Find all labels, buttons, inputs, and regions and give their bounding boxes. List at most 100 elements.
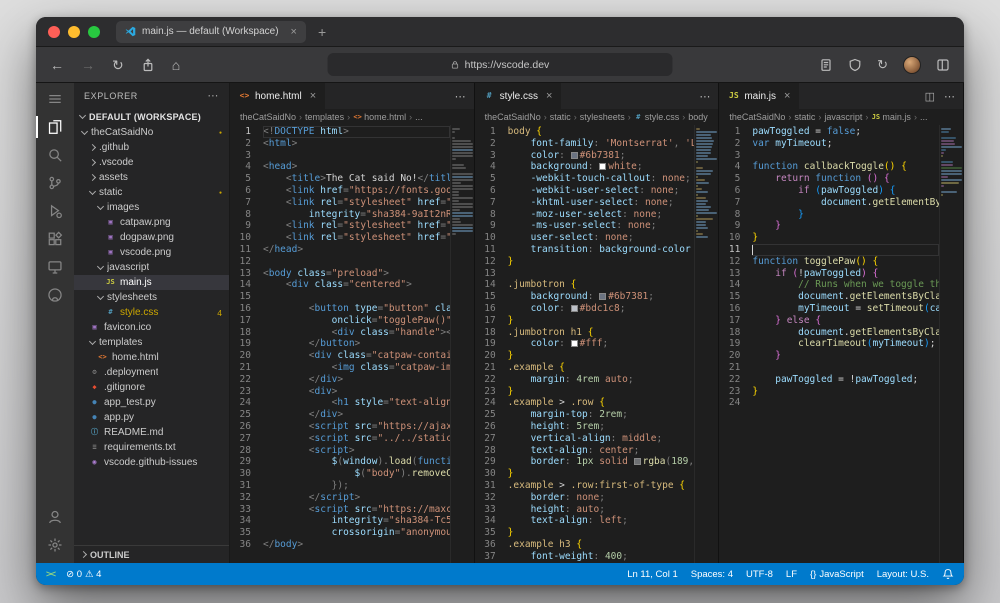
line-numbers-gutter[interactable]: 1234567891011121314151617181920212223242… [475, 125, 502, 563]
line-number[interactable]: 8 [475, 209, 496, 221]
address-bar[interactable]: https://vscode.dev [328, 53, 673, 76]
line-number[interactable]: 1 [719, 126, 740, 138]
tree-item-app_test.py[interactable]: ●app_test.py [74, 395, 229, 410]
line-number[interactable]: 17 [230, 315, 251, 327]
source-control-icon[interactable] [36, 169, 74, 197]
code-line[interactable]: }); [263, 480, 450, 492]
line-number[interactable]: 5 [719, 173, 740, 185]
code-line[interactable]: document.getElementsByClassName( [752, 291, 939, 303]
line-number[interactable]: 6 [719, 185, 740, 197]
line-number[interactable]: 12 [475, 256, 496, 268]
close-browser-tab-icon[interactable]: × [291, 26, 297, 38]
line-number[interactable]: 26 [475, 421, 496, 433]
minimize-window-button[interactable] [68, 26, 80, 38]
tree-item-.deployment[interactable]: ⚙.deployment [74, 365, 229, 380]
run-debug-icon[interactable] [36, 197, 74, 225]
code-area[interactable]: pawToggled = false;var myTimeout; functi… [746, 125, 939, 563]
line-number[interactable]: 24 [475, 397, 496, 409]
line-number[interactable]: 14 [230, 279, 251, 291]
code-line[interactable]: } else { [752, 315, 939, 327]
line-number[interactable]: 29 [230, 456, 251, 468]
line-number[interactable]: 23 [719, 386, 740, 398]
line-number[interactable]: 13 [719, 268, 740, 280]
code-line[interactable]: } [752, 209, 939, 221]
minimap[interactable] [450, 125, 474, 563]
settings-icon[interactable] [36, 531, 74, 559]
line-number[interactable]: 4 [230, 161, 251, 173]
code-line[interactable]: } [752, 232, 939, 244]
code-line[interactable]: myTimeout = setTimeout(callback [752, 303, 939, 315]
line-number[interactable]: 5 [230, 173, 251, 185]
reload-icon[interactable]: ↻ [112, 58, 124, 72]
line-number[interactable]: 31 [230, 480, 251, 492]
code-line[interactable]: <div class="centered"> [263, 279, 450, 291]
code-line[interactable] [263, 150, 450, 162]
tree-item-app.py[interactable]: ●app.py [74, 410, 229, 425]
code-line[interactable] [508, 268, 695, 280]
line-number[interactable]: 35 [230, 527, 251, 539]
line-number[interactable]: 3 [230, 150, 251, 162]
line-number[interactable]: 14 [719, 279, 740, 291]
code-line[interactable]: body { [508, 126, 695, 138]
forward-icon[interactable]: → [81, 58, 95, 72]
code-line[interactable]: -moz-user-select: none; [508, 209, 695, 221]
code-line[interactable]: } [508, 315, 695, 327]
tree-item-style.css[interactable]: #style.css4 [74, 305, 229, 320]
search-icon[interactable] [36, 141, 74, 169]
code-line[interactable]: transition: background-color 0.25s; [508, 244, 695, 256]
menu-icon[interactable] [36, 85, 74, 113]
line-number[interactable]: 4 [475, 161, 496, 173]
tab-style.css[interactable]: #style.css× [475, 83, 562, 109]
breadcrumb-item[interactable]: javascript [824, 112, 862, 122]
code-line[interactable]: <div class="handle"></div> [263, 327, 450, 339]
keyboard-layout-status[interactable]: Layout: U.S. [877, 569, 929, 580]
tree-item-.github[interactable]: .github [74, 140, 229, 155]
line-number[interactable]: 23 [230, 386, 251, 398]
sync-icon[interactable]: ↻ [877, 58, 888, 71]
code-line[interactable]: var myTimeout; [752, 138, 939, 150]
close-tab-icon[interactable]: × [546, 90, 552, 102]
code-line[interactable]: .example > .row:first-of-type { [508, 480, 695, 492]
code-line[interactable]: <link rel="stylesheet" href="https://ma [263, 220, 450, 232]
reading-list-icon[interactable] [819, 58, 833, 72]
line-number[interactable]: 13 [230, 268, 251, 280]
code-line[interactable]: <body class="preload"> [263, 268, 450, 280]
share-icon[interactable] [141, 58, 155, 72]
code-line[interactable]: user-select: none; [508, 232, 695, 244]
code-line[interactable]: } [752, 386, 939, 398]
line-number[interactable]: 25 [475, 409, 496, 421]
line-number[interactable]: 23 [475, 386, 496, 398]
tree-item-dogpaw.png[interactable]: ▣dogpaw.png [74, 230, 229, 245]
tree-item-static[interactable]: static● [74, 185, 229, 200]
account-icon[interactable] [36, 503, 74, 531]
line-numbers-gutter[interactable]: 123456789101112131415161718192021222324 [719, 125, 746, 563]
close-tab-icon[interactable]: × [784, 90, 790, 102]
line-number[interactable]: 2 [475, 138, 496, 150]
breadcrumb-item[interactable]: JSmain.js [871, 112, 911, 122]
code-line[interactable]: } [508, 386, 695, 398]
line-number[interactable]: 1 [230, 126, 251, 138]
tab-main.js[interactable]: JSmain.js× [719, 83, 799, 109]
browser-tab[interactable]: main.js — default (Workspace) × [116, 21, 306, 43]
code-line[interactable]: background: #6b7381; [508, 291, 695, 303]
breadcrumb-item[interactable]: static [794, 112, 815, 122]
line-number[interactable]: 17 [475, 315, 496, 327]
code-line[interactable]: -ms-user-select: none; [508, 220, 695, 232]
code-line[interactable]: margin-top: 2rem; [508, 409, 695, 421]
code-line[interactable]: margin: 4rem auto; [508, 374, 695, 386]
code-line[interactable]: integrity="sha384-Tc5IQib027qvyjSMfHjOMa… [263, 515, 450, 527]
code-line[interactable]: <script src="../../static/javascript/mai [263, 433, 450, 445]
breadcrumb-item[interactable]: ... [415, 112, 423, 122]
breadcrumb-item[interactable]: theCatSaidNo [485, 112, 541, 122]
code-line[interactable]: </div> [263, 409, 450, 421]
code-line[interactable]: </head> [263, 244, 450, 256]
code-area[interactable]: body { font-family: 'Montserrat', 'Lato'… [502, 125, 695, 563]
tree-item-favicon.ico[interactable]: ▣favicon.ico [74, 320, 229, 335]
breadcrumb-item[interactable]: <>home.html [353, 112, 406, 122]
tab-home.html[interactable]: <>home.html× [230, 83, 325, 109]
code-line[interactable]: font-weight: 400; [508, 551, 695, 563]
line-number[interactable]: 8 [230, 209, 251, 221]
line-number[interactable]: 6 [230, 185, 251, 197]
code-line[interactable]: vertical-align: middle; [508, 433, 695, 445]
code-line[interactable]: } [508, 468, 695, 480]
